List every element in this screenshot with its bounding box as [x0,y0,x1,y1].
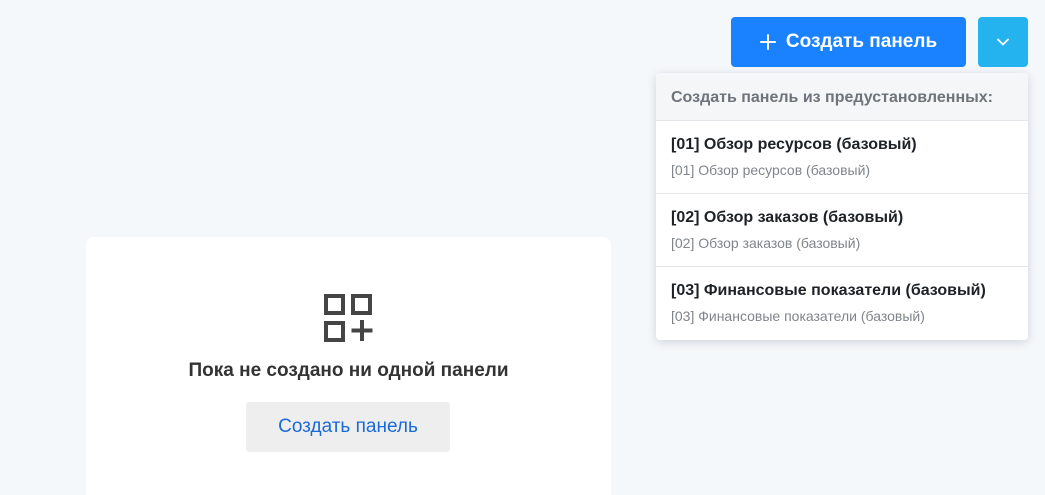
create-dashboard-label: Создать панель [785,31,938,52]
preset-item-title: [02] Обзор заказов (базовый) [671,209,904,226]
preset-item-orders[interactable]: [02] Обзор заказов (базовый) [02] Обзор … [656,194,1028,267]
preset-item-title: [03] Финансовые показатели (базовый) [671,282,986,299]
preset-dashboards-menu: Создать панель из предустановленных: [01… [656,73,1028,340]
plus-icon [759,34,776,50]
preset-menu-header: Создать панель из предустановленных: [656,73,1028,121]
dashboard-add-icon [324,294,373,342]
preset-item-title: [01] Обзор ресурсов (базовый) [671,136,917,153]
preset-item-finance[interactable]: [03] Финансовые показатели (базовый) [03… [656,267,1028,340]
preset-item-resources[interactable]: [01] Обзор ресурсов (базовый) [01] Обзор… [656,121,1028,194]
preset-item-subtitle: [03] Финансовые показатели (базовый) [671,308,925,324]
preset-item-subtitle: [02] Обзор заказов (базовый) [671,235,861,251]
dashboards-page: Создать панель Создать панель из предуст… [0,0,1045,495]
empty-state-create-button[interactable]: Создать панель [246,402,450,452]
chevron-down-icon [997,38,1009,46]
preset-item-subtitle: [01] Обзор ресурсов (базовый) [671,162,871,178]
empty-state-title: Пока не создано ни одной панели [188,360,509,381]
empty-state-card: Пока не создано ни одной панели Создать … [86,237,611,495]
create-dashboard-button[interactable]: Создать панель [731,17,966,67]
create-dashboard-dropdown-toggle[interactable] [978,17,1028,67]
